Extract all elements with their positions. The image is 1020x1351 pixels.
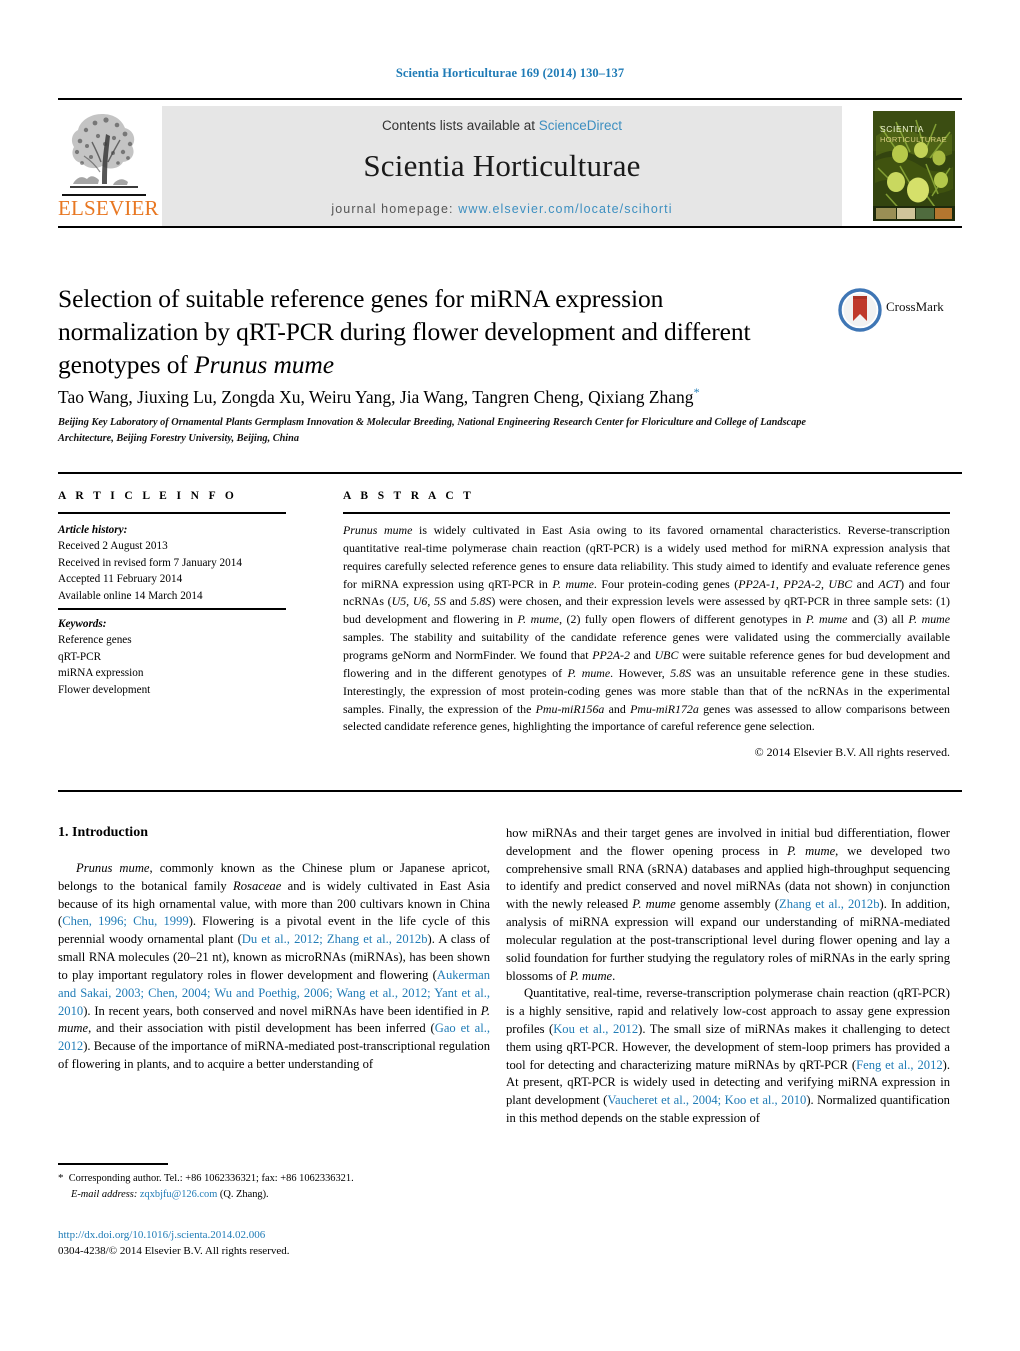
- authors-names: Tao Wang, Jiuxing Lu, Zongda Xu, Weiru Y…: [58, 386, 694, 407]
- page-title: Selection of suitable reference genes fo…: [58, 282, 798, 381]
- contents-list-line: Contents lists available at ScienceDirec…: [162, 118, 842, 133]
- cover-title-line2: HORTICULTURAE: [880, 135, 947, 144]
- elsevier-logo: ELSEVIER: [58, 106, 159, 226]
- keyword-item: miRNA expression: [58, 667, 144, 680]
- running-head: Scientia Horticulturae 169 (2014) 130–13…: [395, 66, 625, 80]
- email-owner: (Q. Zhang).: [219, 1189, 269, 1201]
- divider-above-info: [58, 472, 962, 475]
- keywords-heading: Keywords:: [58, 618, 107, 630]
- keyword-item: Reference genes: [58, 634, 132, 647]
- history-item: Received in revised form 7 January 2014: [58, 556, 242, 569]
- history-item: Available online 14 March 2014: [58, 589, 203, 602]
- affiliation: Beijing Key Laboratory of Ornamental Pla…: [58, 417, 806, 444]
- abstract-heading: A B S T R A C T: [343, 490, 475, 502]
- journal-masthead: ELSEVIER Contents lists available at Sci…: [58, 98, 962, 228]
- divider-below-abstract: [58, 790, 962, 793]
- author-list: Tao Wang, Jiuxing Lu, Zongda Xu, Weiru Y…: [58, 385, 958, 408]
- article-history: Article history: Received 2 August 2013 …: [58, 522, 286, 610]
- homepage-link[interactable]: www.elsevier.com/locate/scihorti: [458, 202, 672, 216]
- masthead-band: Contents lists available at ScienceDirec…: [162, 106, 842, 226]
- email-line: E-mail address: zqxbjfu@126.com (Q. Zhan…: [58, 1187, 488, 1203]
- email-label: E-mail address:: [71, 1189, 138, 1201]
- footnote-divider: [58, 1163, 168, 1165]
- keyword-item: Flower development: [58, 683, 151, 696]
- paragraph: Prunus mume, commonly known as the Chine…: [58, 861, 491, 1071]
- abstract-text: Prunus mume is widely cultivated in East…: [343, 523, 951, 734]
- title-species: Prunus mume: [194, 350, 334, 380]
- keyword-item: qRT-PCR: [58, 650, 102, 663]
- crossmark-icon[interactable]: [838, 288, 882, 332]
- corresponding-author-marker: *: [693, 385, 700, 399]
- abstract-copyright: © 2014 Elsevier B.V. All rights reserved…: [754, 745, 950, 759]
- email-link[interactable]: zqxbjfu@126.com: [140, 1189, 217, 1200]
- keywords-divider: [58, 608, 286, 610]
- elsevier-wordmark: ELSEVIER: [58, 196, 159, 220]
- intro-left-column: Prunus mume, commonly known as the Chine…: [58, 860, 490, 1074]
- article-info-heading: A R T I C L E I N F O: [58, 490, 238, 502]
- title-text: Selection of suitable reference genes fo…: [58, 284, 751, 380]
- sciencedirect-link[interactable]: ScienceDirect: [539, 118, 622, 133]
- elsevier-tree-icon: [62, 108, 146, 194]
- history-item: Received 2 August 2013: [58, 540, 168, 553]
- abstract-column-rule: [343, 512, 950, 515]
- cover-title-line1: SCIENTIA: [880, 124, 924, 134]
- keywords-list: Keywords: Reference genes qRT-PCR miRNA …: [58, 616, 286, 698]
- section-heading-introduction: 1. Introduction: [58, 825, 148, 840]
- paragraph: Quantitative, real-time, reverse-transcr…: [506, 986, 951, 1125]
- info-column-rule: [58, 512, 286, 515]
- paragraph: how miRNAs and their target genes are in…: [506, 826, 950, 983]
- cover-image: SCIENTIA HORTICULTURAE: [866, 106, 962, 226]
- doi-link[interactable]: http://dx.doi.org/10.1016/j.scienta.2014…: [58, 1228, 488, 1244]
- corresponding-author-note: * Corresponding author. Tel.: +86 106233…: [58, 1170, 488, 1203]
- journal-title: Scientia Horticulturae: [363, 148, 641, 183]
- article-page: Scientia Horticulturae 169 (2014) 130–13…: [0, 0, 1020, 1351]
- intro-right-column: how miRNAs and their target genes are in…: [506, 825, 950, 1128]
- homepage-prefix: journal homepage:: [331, 202, 454, 216]
- journal-cover-thumbnail: SCIENTIA HORTICULTURAE: [866, 106, 962, 226]
- crossmark-badge[interactable]: CrossMark: [838, 288, 968, 334]
- journal-homepage-line: journal homepage: www.elsevier.com/locat…: [162, 202, 842, 216]
- contents-prefix: Contents lists available at: [381, 118, 539, 133]
- issn-copyright-line: 0304-4238/© 2014 Elsevier B.V. All right…: [58, 1244, 290, 1257]
- doi-block: http://dx.doi.org/10.1016/j.scienta.2014…: [58, 1228, 488, 1260]
- article-history-heading: Article history:: [58, 524, 128, 536]
- tree-illustration-icon: [70, 114, 138, 188]
- corresponding-author-line: * Corresponding author. Tel.: +86 106233…: [58, 1172, 354, 1184]
- history-item: Accepted 11 February 2014: [58, 573, 183, 586]
- crossmark-label: CrossMark: [886, 299, 944, 314]
